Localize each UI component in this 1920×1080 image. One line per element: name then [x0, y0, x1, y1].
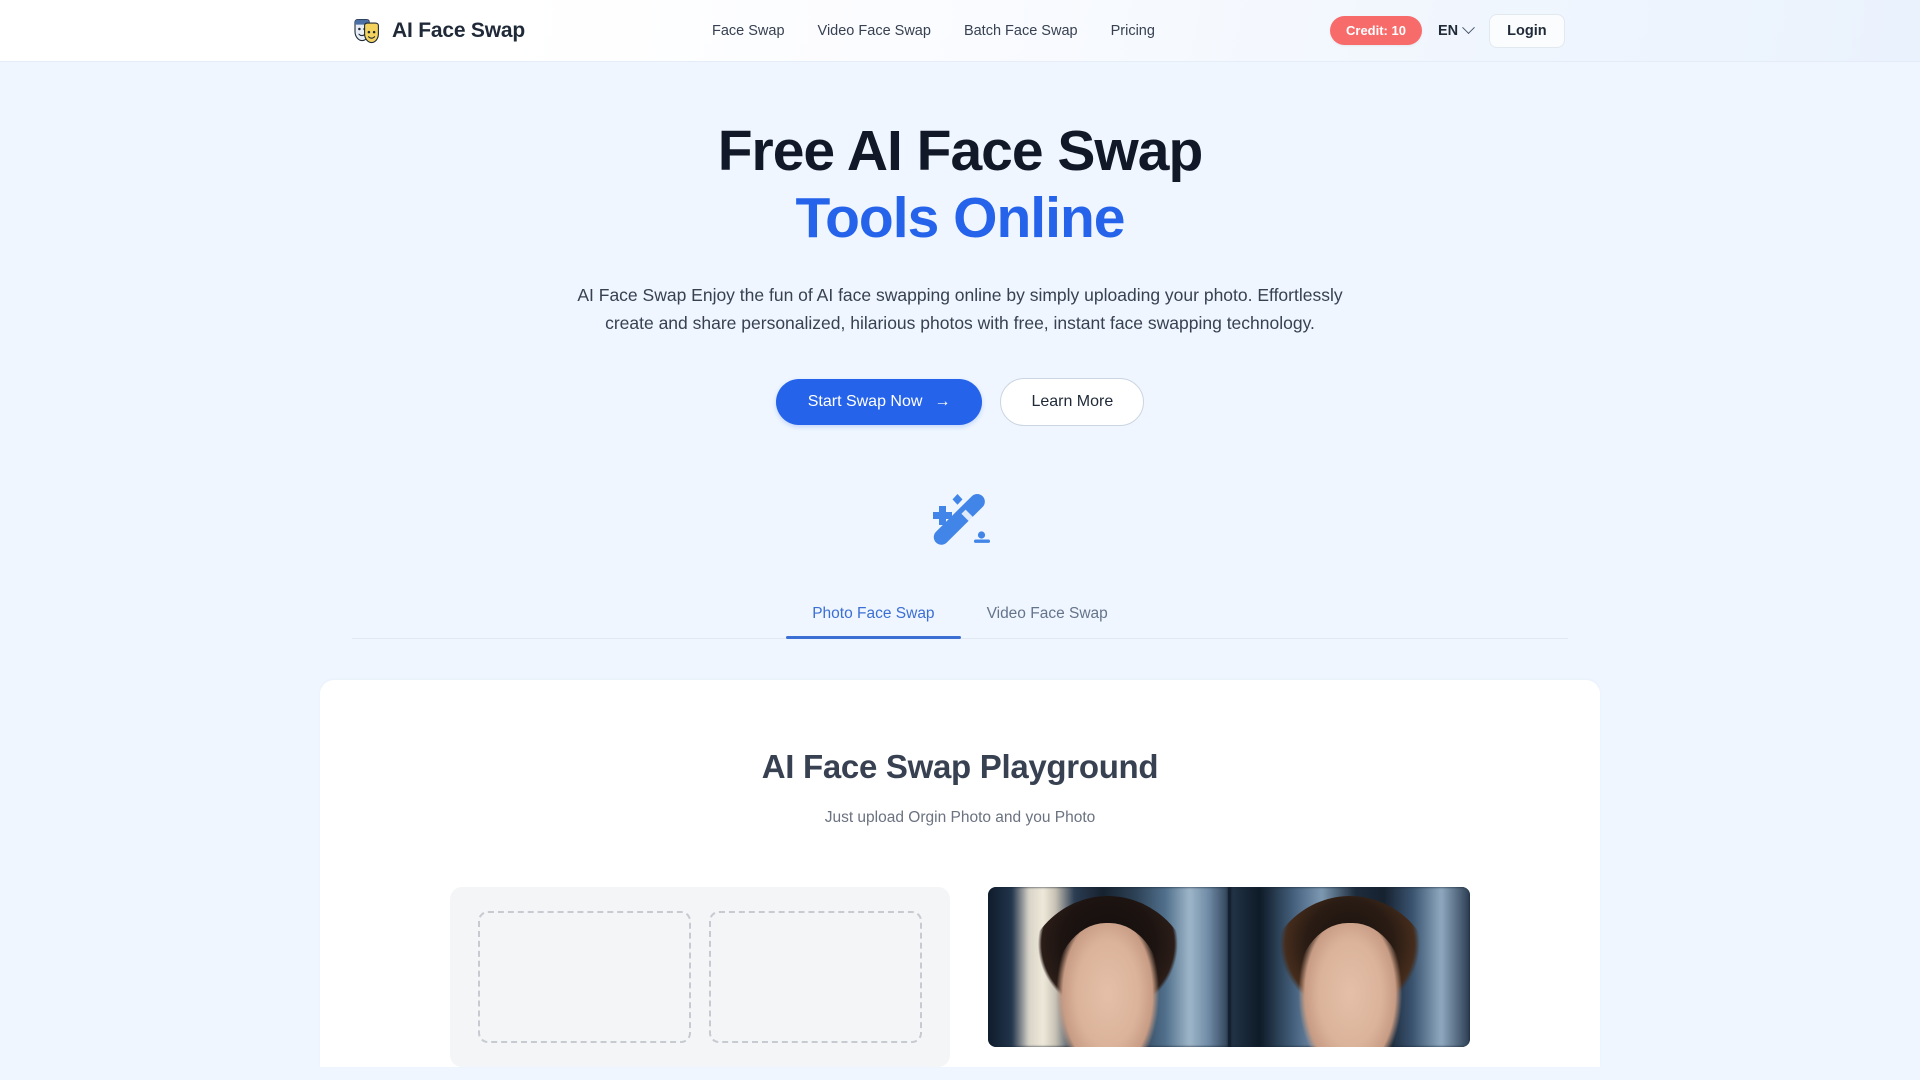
swap-mode-tabs: Photo Face Swap Video Face Swap — [0, 595, 1920, 640]
nav-item-batch-face-swap[interactable]: Batch Face Swap — [964, 23, 1078, 39]
theater-masks-icon — [352, 16, 382, 46]
language-selector[interactable]: EN — [1437, 21, 1475, 39]
hero-title-line-1: Free AI Face Swap — [717, 119, 1204, 183]
login-button[interactable]: Login — [1489, 13, 1565, 48]
playground-subtitle: Just upload Orgin Photo and you Photo — [824, 808, 1096, 826]
brand-name: AI Face Swap — [392, 18, 525, 42]
nav-item-pricing[interactable]: Pricing — [1111, 23, 1155, 39]
playground-body — [320, 886, 1600, 1067]
header-actions: Credit: 10 EN Login — [1330, 13, 1565, 48]
hero-decoration — [0, 488, 1920, 555]
tab-video-face-swap[interactable]: Video Face Swap — [961, 595, 1134, 638]
chevron-down-icon — [1462, 21, 1475, 35]
magic-wand-sparkles-icon — [924, 488, 996, 555]
arrow-right-icon: → — [934, 392, 951, 410]
playground-title: AI Face Swap Playground — [761, 747, 1159, 785]
tabs-container: Photo Face Swap Video Face Swap — [352, 595, 1568, 640]
before-after-portrait-preview[interactable] — [988, 886, 1470, 1047]
language-label: EN — [1437, 22, 1459, 39]
preview-pane-after — [1230, 886, 1470, 1047]
origin-photo-dropzone[interactable] — [478, 910, 691, 1043]
hero-subtitle: AI Face Swap Enjoy the fun of AI face sw… — [577, 284, 1343, 334]
your-photo-dropzone[interactable] — [709, 910, 922, 1043]
nav-item-face-swap[interactable]: Face Swap — [712, 23, 785, 39]
hero-section: Free AI Face Swap Tools Online AI Face S… — [0, 62, 1920, 555]
start-swap-label: Start Swap Now — [807, 392, 923, 410]
page-title: Free AI Face Swap Tools Online — [0, 118, 1920, 253]
brand-logo[interactable]: AI Face Swap — [352, 16, 525, 46]
upload-panel — [450, 886, 950, 1067]
hero-cta-row: Start Swap Now → Learn More — [0, 377, 1920, 426]
credit-badge[interactable]: Credit: 10 — [1330, 16, 1422, 45]
site-header: AI Face Swap Face Swap Video Face Swap B… — [0, 0, 1920, 62]
start-swap-now-button[interactable]: Start Swap Now → — [775, 378, 983, 425]
learn-more-button[interactable]: Learn More — [1000, 377, 1145, 426]
playground-card: AI Face Swap Playground Just upload Orgi… — [320, 679, 1600, 1067]
main-navigation: Face Swap Video Face Swap Batch Face Swa… — [712, 23, 1155, 39]
tab-photo-face-swap[interactable]: Photo Face Swap — [786, 595, 961, 640]
hero-title-line-2: Tools Online — [795, 186, 1126, 251]
preview-pane-before — [988, 886, 1228, 1047]
nav-item-video-face-swap[interactable]: Video Face Swap — [818, 23, 931, 39]
